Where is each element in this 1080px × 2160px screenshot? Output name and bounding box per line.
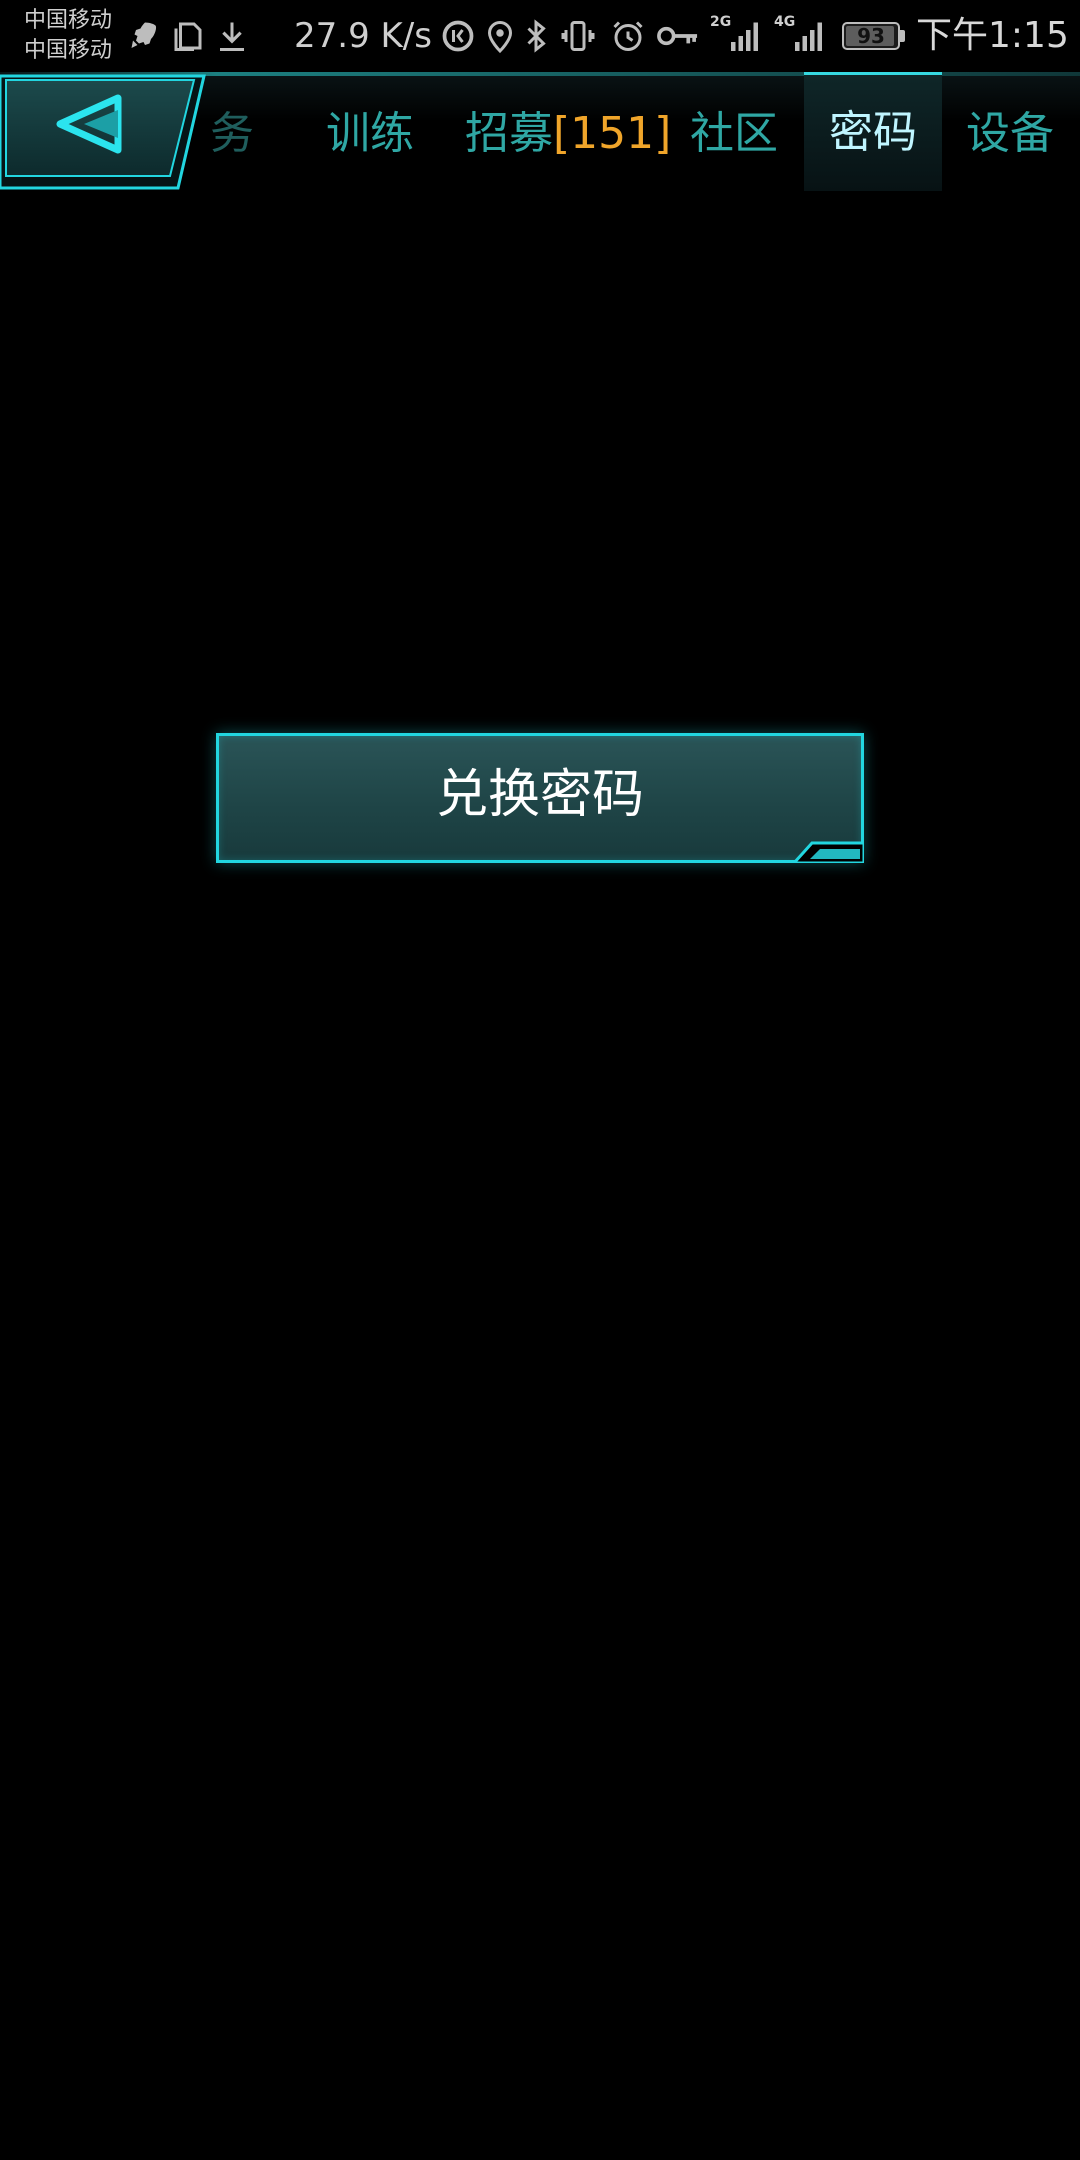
tab-community[interactable]: 社区: [690, 86, 786, 182]
vibrate-icon: [560, 18, 596, 54]
back-button[interactable]: [0, 72, 220, 196]
bluetooth-icon: [518, 18, 554, 54]
tab-training[interactable]: 训练: [326, 86, 422, 182]
battery-nub: [900, 30, 905, 42]
location-icon: [482, 18, 518, 54]
tab-tasks[interactable]: 务: [210, 86, 280, 182]
tab-recruit[interactable]: 招募[151]: [465, 86, 671, 182]
carrier-label-2: 中国移动: [24, 38, 113, 63]
back-triangle-icon: [0, 74, 206, 190]
app-root: 中国移动 中国移动 27.9 K/s 2G 4G 93 下午1:15 务 训练 …: [0, 0, 1080, 2160]
alarm-icon: [610, 18, 646, 54]
status-bar: 中国移动 中国移动 27.9 K/s 2G 4G 93 下午1:15: [0, 0, 1080, 72]
carrier-label-1: 中国移动: [24, 8, 113, 33]
download-icon: [214, 18, 250, 54]
top-nav: 务 训练 招募[151] 社区 密码 设备: [0, 72, 1080, 196]
signal-2g-icon: [728, 18, 764, 54]
redeem-button-label: 兑换密码: [435, 765, 644, 825]
redeem-code-button[interactable]: 兑换密码: [216, 733, 864, 863]
battery-level: 93: [857, 24, 885, 48]
tab-code[interactable]: 密码: [804, 72, 942, 191]
battery-icon: 93: [842, 22, 900, 50]
data-saver-icon: [440, 18, 476, 54]
tab-device[interactable]: 设备: [966, 86, 1066, 182]
tab-recruit-label: 招募: [465, 108, 553, 159]
recruit-count-badge: [151]: [553, 108, 672, 159]
network-speed: 27.9 K/s: [294, 16, 432, 56]
key-icon: [656, 18, 700, 54]
rocket-icon: [124, 18, 160, 54]
carrier-stack: 中国移动 中国移动: [24, 6, 112, 66]
document-icon: [170, 18, 206, 54]
signal-4g-icon: [792, 18, 828, 54]
status-clock: 下午1:15: [916, 15, 1069, 56]
